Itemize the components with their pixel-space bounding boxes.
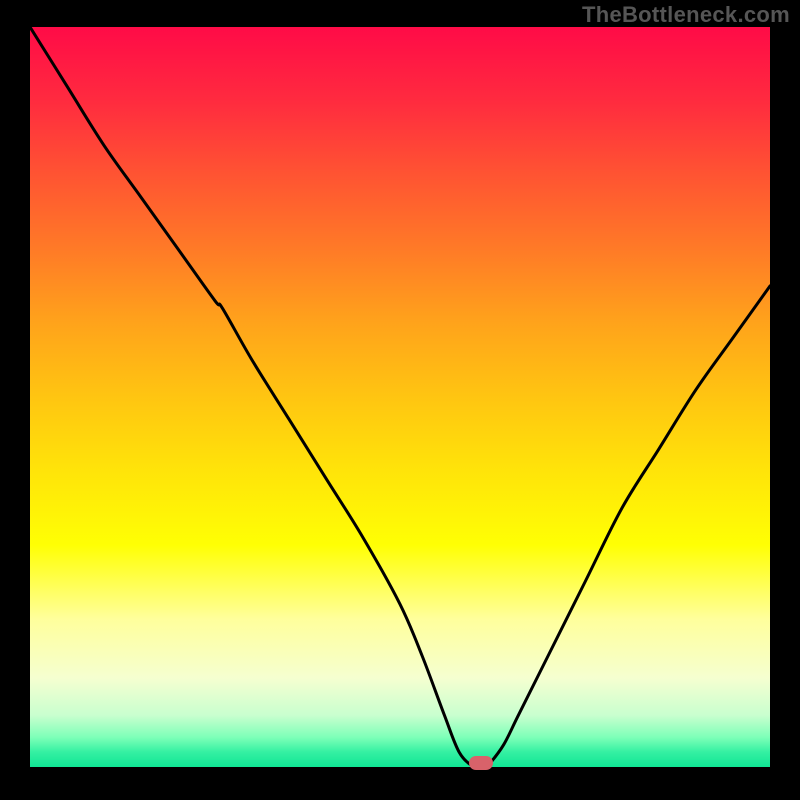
plot-area <box>30 27 770 767</box>
bottleneck-marker <box>469 756 493 770</box>
chart-frame: TheBottleneck.com <box>0 0 800 800</box>
curve-line <box>30 27 770 767</box>
watermark-text: TheBottleneck.com <box>582 2 790 28</box>
